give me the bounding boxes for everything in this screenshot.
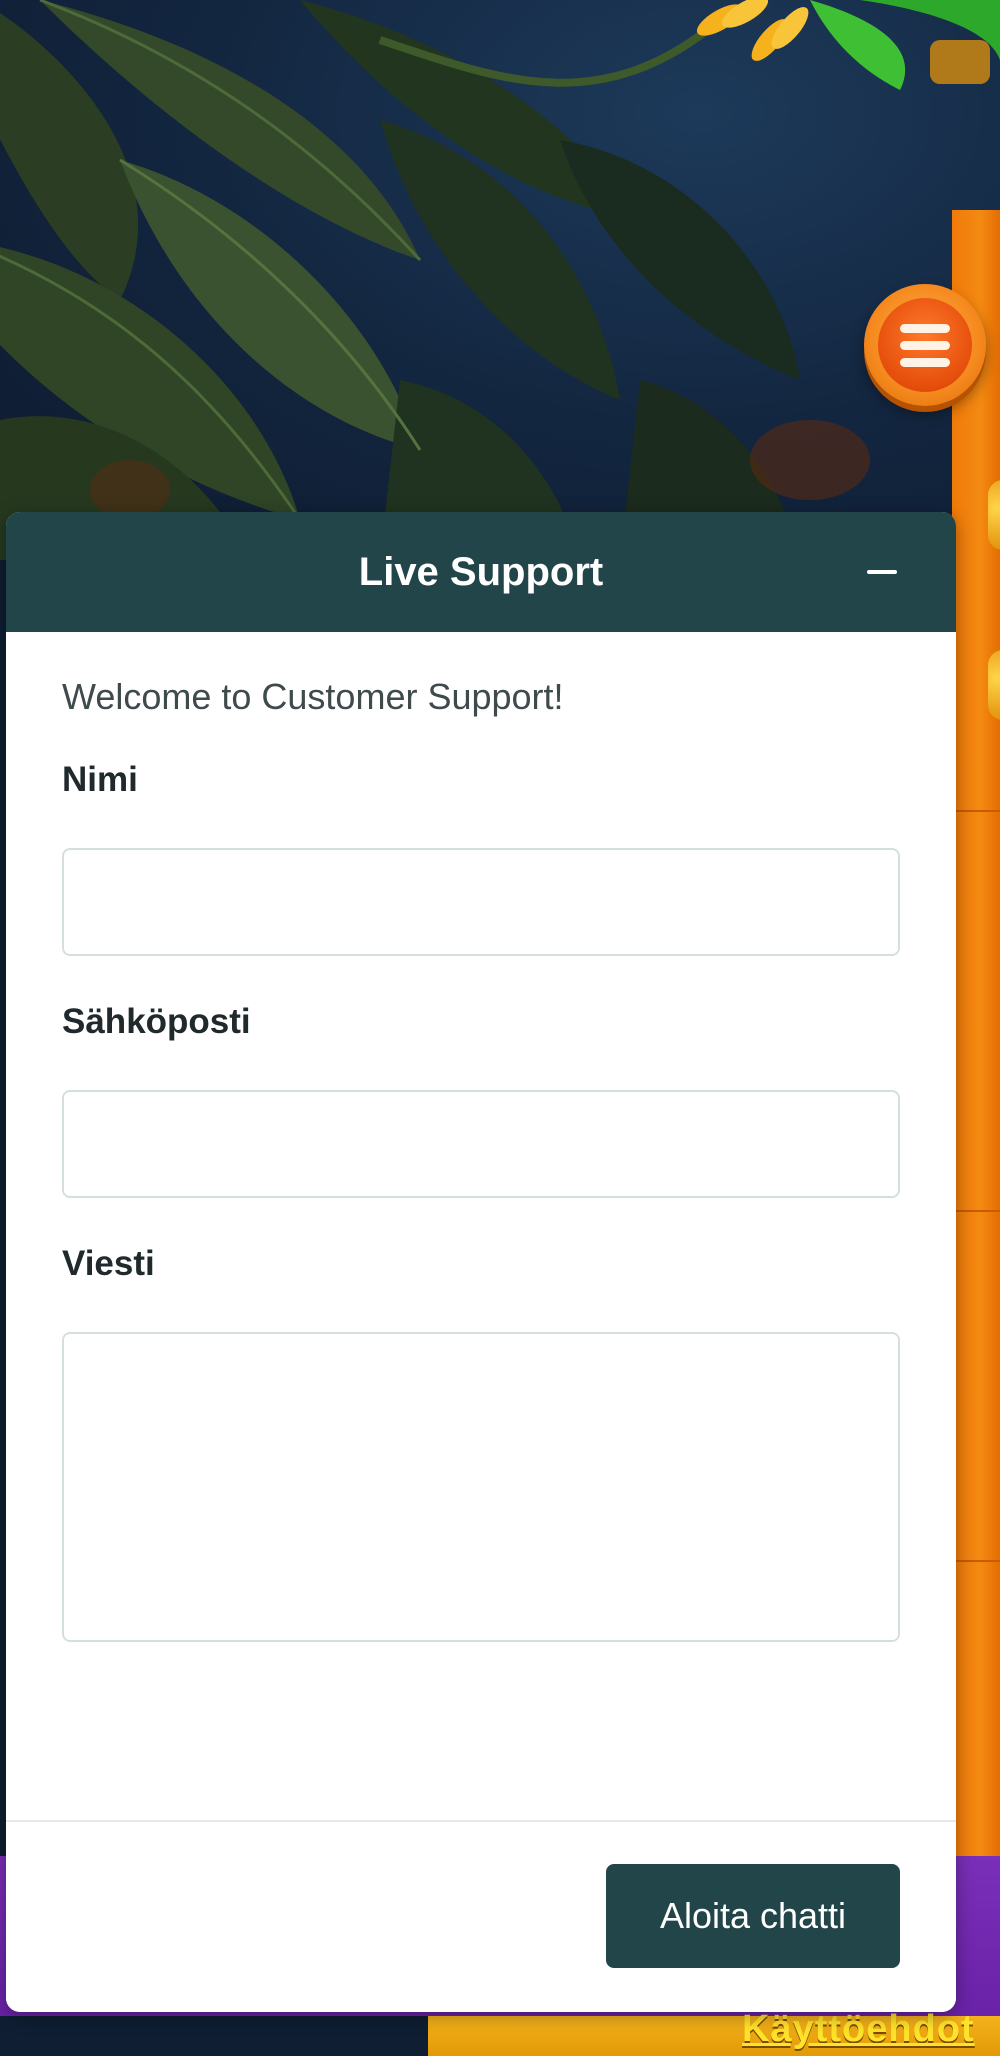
panel-divider bbox=[952, 1560, 1000, 1562]
live-support-widget: Live Support Welcome to Customer Support… bbox=[6, 512, 956, 2012]
panel-decoration bbox=[988, 480, 1000, 550]
chat-form: Welcome to Customer Support! Nimi Sähköp… bbox=[62, 632, 906, 1642]
side-orange-panel bbox=[952, 210, 1000, 1870]
jungle-foliage-illustration bbox=[0, 0, 1000, 560]
chat-header: Live Support bbox=[6, 512, 956, 632]
email-input[interactable] bbox=[62, 1090, 900, 1198]
hamburger-menu-icon bbox=[878, 298, 972, 392]
chat-title: Live Support bbox=[358, 549, 604, 594]
minus-icon bbox=[867, 570, 897, 574]
welcome-message: Welcome to Customer Support! bbox=[62, 676, 564, 717]
hamburger-menu-button[interactable] bbox=[864, 284, 986, 406]
minimize-button[interactable] bbox=[862, 552, 902, 592]
terms-link[interactable]: Käyttöehdot bbox=[742, 2008, 975, 2051]
message-label: Viesti bbox=[62, 1244, 155, 1283]
panel-decoration bbox=[988, 650, 1000, 720]
message-textarea[interactable] bbox=[62, 1332, 900, 1642]
email-label: Sähköposti bbox=[62, 1002, 251, 1041]
name-input[interactable] bbox=[62, 848, 900, 956]
start-chat-button[interactable]: Aloita chatti bbox=[606, 1864, 900, 1968]
name-label: Nimi bbox=[62, 760, 138, 799]
panel-divider bbox=[952, 1210, 1000, 1212]
panel-divider bbox=[952, 810, 1000, 812]
